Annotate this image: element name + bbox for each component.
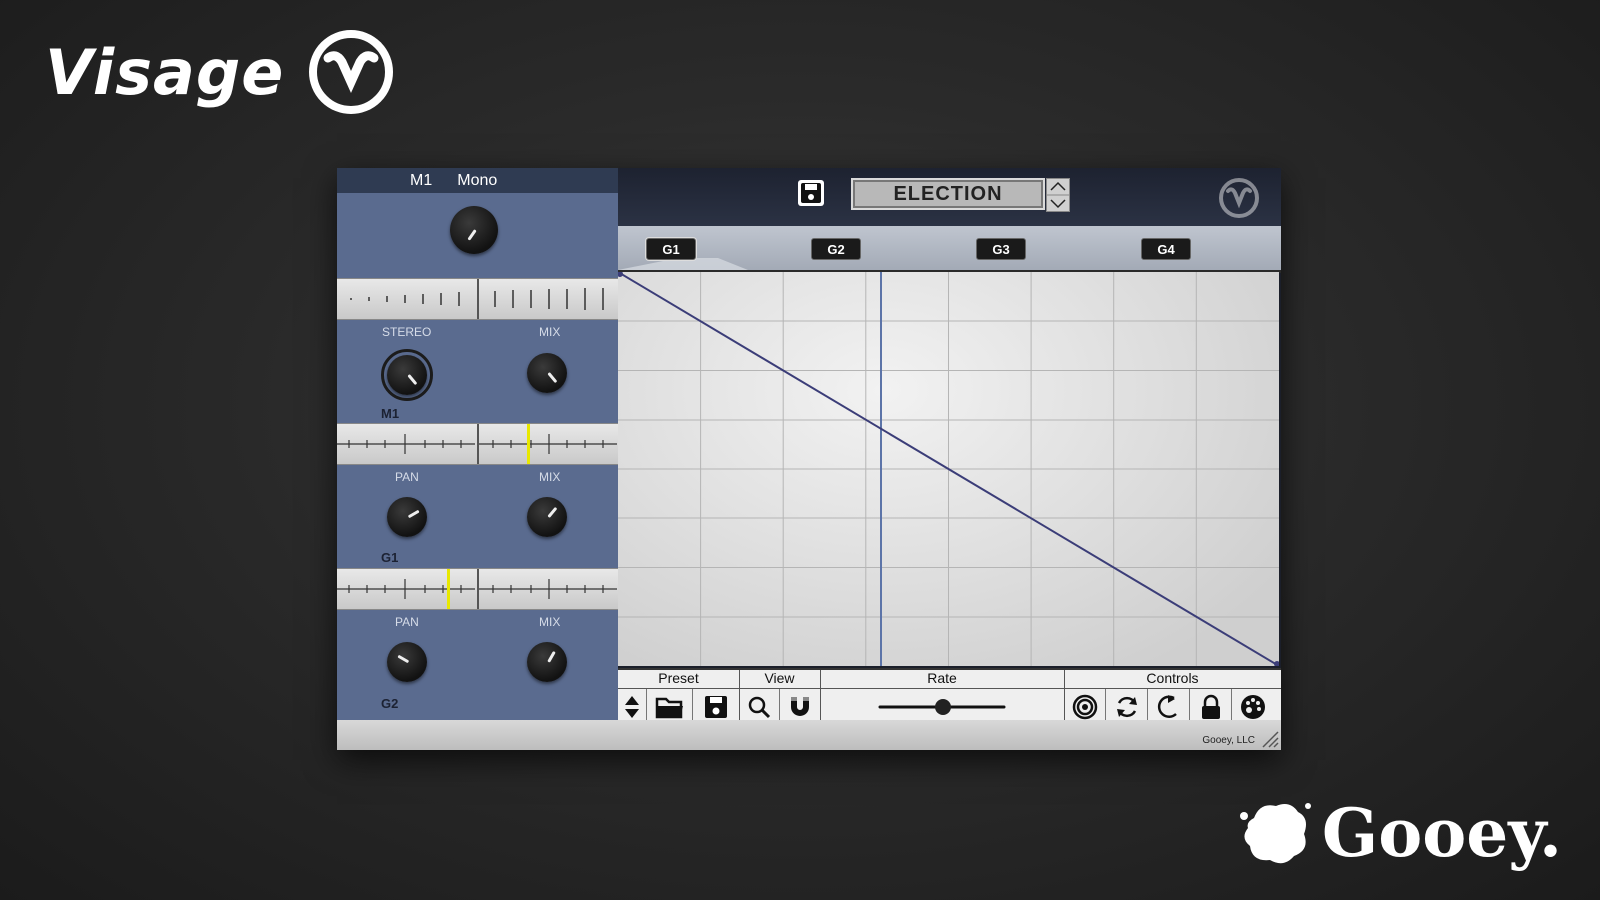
- tab-g3[interactable]: G3: [976, 238, 1026, 260]
- preset-section-title: Preset: [618, 670, 739, 689]
- target-icon: [1072, 694, 1097, 719]
- pan-knob-2[interactable]: [387, 642, 427, 682]
- magnifier-icon: [748, 696, 771, 718]
- view-section: View: [739, 670, 821, 724]
- gooey-logo-icon: [1239, 803, 1311, 864]
- gooey-title: Gooey.: [1321, 794, 1562, 872]
- m1-sub-label: M1: [381, 406, 400, 421]
- rate-slider[interactable]: [877, 695, 1007, 719]
- tab-g4[interactable]: G4: [1141, 238, 1191, 260]
- mix-knob-1[interactable]: [527, 353, 567, 393]
- save-preset-button[interactable]: [798, 180, 824, 206]
- open-preset-button[interactable]: [647, 689, 694, 724]
- tab-g1[interactable]: G1: [646, 238, 696, 260]
- stereo-label: STEREO: [382, 325, 432, 339]
- mix-knob-3[interactable]: [527, 642, 567, 682]
- ruler-3[interactable]: [337, 568, 618, 610]
- curve-point-end: [1274, 661, 1280, 667]
- automation-graph[interactable]: [617, 271, 1280, 667]
- mix-label: MIX: [539, 325, 561, 339]
- plugin-window: M1 Mono STEREO MIX M1 PAN MIX G1 PAN MIX…: [337, 168, 1281, 750]
- undo-icon: [1157, 694, 1177, 718]
- ruler-2[interactable]: [337, 423, 618, 465]
- folder-icon: [655, 697, 683, 718]
- channel-label: M1: [410, 171, 433, 189]
- lock-icon: [1201, 694, 1220, 719]
- credit-text: Gooey, LLC: [1202, 735, 1255, 746]
- visage-small-logo-icon: [1219, 178, 1259, 218]
- controls-section: Controls: [1064, 670, 1281, 724]
- rate-slider-thumb: [935, 698, 951, 715]
- save-icon: [801, 183, 821, 203]
- pan-knob-1[interactable]: [387, 497, 427, 537]
- palette-icon: [1240, 694, 1265, 719]
- visage-brand: Visage: [45, 30, 396, 114]
- chevron-up-icon: [1050, 181, 1066, 191]
- preset-section: Preset: [618, 670, 740, 724]
- left-panel: M1 Mono STEREO MIX M1 PAN MIX G1 PAN MIX…: [337, 168, 618, 720]
- view-section-title: View: [739, 670, 820, 689]
- preset-nav-button[interactable]: [618, 689, 647, 724]
- save-icon: [705, 695, 728, 718]
- magnet-icon: [791, 696, 809, 716]
- stereo-knob[interactable]: [387, 355, 427, 395]
- save-preset-toolbar-button[interactable]: [693, 689, 739, 724]
- controls-section-title: Controls: [1064, 670, 1281, 689]
- left-panel-header: M1 Mono: [337, 168, 618, 193]
- ruler-1[interactable]: [337, 278, 618, 320]
- plugin-footer: Gooey, LLC: [337, 720, 1281, 750]
- mix-label-3: MIX: [539, 615, 561, 629]
- zoom-button[interactable]: [739, 689, 780, 724]
- mode-label[interactable]: Mono: [457, 172, 497, 190]
- visage-logo-icon: [309, 30, 394, 114]
- g1-sub-label: G1: [381, 550, 399, 565]
- preset-spinner[interactable]: [1046, 178, 1070, 212]
- snap-button[interactable]: [780, 689, 820, 724]
- pan-label-1: PAN: [395, 470, 419, 484]
- preset-name-display[interactable]: ELECTION: [851, 178, 1045, 210]
- refresh-icon: [1116, 696, 1137, 717]
- master-knob[interactable]: [450, 206, 498, 254]
- gooey-brand: Gooey.: [1239, 794, 1562, 872]
- rate-section: Rate: [820, 670, 1065, 724]
- mix-label-2: MIX: [539, 470, 561, 484]
- visage-title: Visage: [45, 35, 285, 109]
- loop-button[interactable]: [1106, 689, 1148, 724]
- rate-section-title: Rate: [820, 670, 1064, 689]
- curve-point-start: [617, 271, 623, 277]
- tab-g2[interactable]: G2: [811, 238, 861, 260]
- lock-button[interactable]: [1190, 689, 1232, 724]
- resize-grip-icon[interactable]: [1259, 728, 1279, 748]
- bottom-toolbar: Preset View Rate Controls: [618, 668, 1281, 724]
- color-theme-button[interactable]: [1232, 689, 1273, 724]
- pan-label-2: PAN: [395, 615, 419, 629]
- mix-knob-2[interactable]: [527, 497, 567, 537]
- g2-sub-label: G2: [381, 696, 399, 711]
- undo-button[interactable]: [1148, 689, 1190, 724]
- up-down-arrows-icon: [624, 695, 639, 718]
- group-tab-bar: G1 G2 G3 G4: [618, 226, 1281, 273]
- chevron-down-icon: [1050, 199, 1066, 209]
- target-button[interactable]: [1064, 689, 1106, 724]
- top-bar: ELECTION: [618, 168, 1281, 226]
